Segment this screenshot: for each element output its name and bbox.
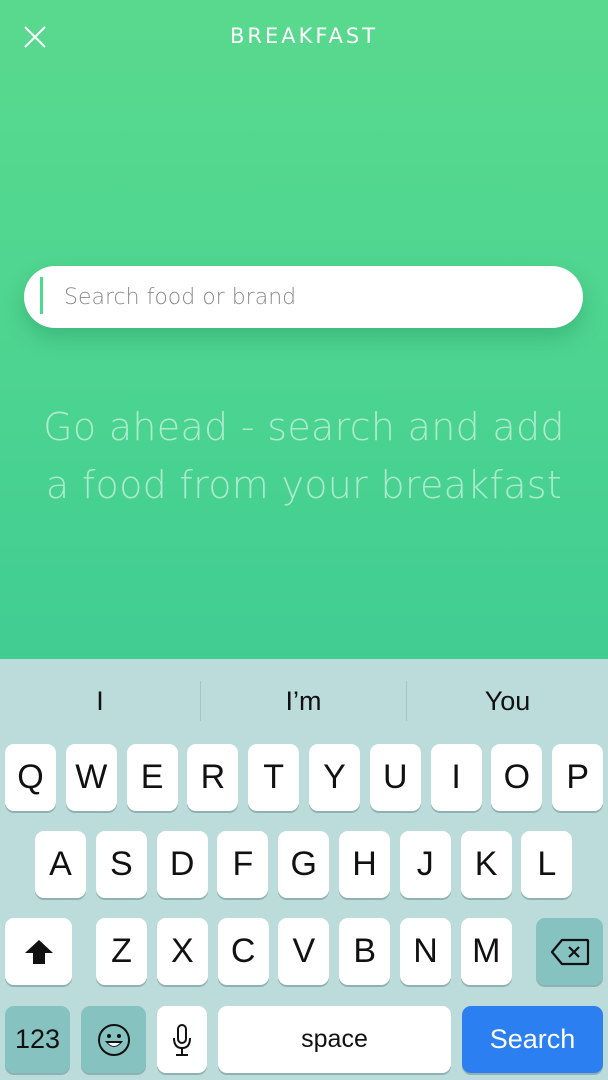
shift-key[interactable] [5,918,72,985]
key-p[interactable]: P [552,744,604,811]
microphone-icon [173,1023,191,1056]
key-y[interactable]: Y [309,744,360,811]
numbers-key[interactable]: 123 [5,1006,70,1073]
key-x[interactable]: X [156,918,208,985]
search-input[interactable] [64,266,559,328]
key-j[interactable]: J [399,831,451,898]
key-d[interactable]: D [156,831,208,898]
food-search-screen: BREAKFAST Go ahead - search and add a fo… [0,0,608,659]
key-g[interactable]: G [278,831,330,898]
key-u[interactable]: U [369,744,421,811]
space-key[interactable]: space [218,1006,451,1073]
key-r[interactable]: R [187,744,239,811]
key-f[interactable]: F [217,831,269,898]
key-c[interactable]: C [217,918,269,985]
hint-line-2: a food from your breakfast [45,463,563,507]
search-return-key[interactable]: Search [462,1006,603,1073]
key-n[interactable]: N [400,918,451,985]
emoji-key[interactable] [81,1006,146,1073]
page-title: BREAKFAST [229,24,379,48]
suggestion-item[interactable]: I’m [201,659,406,743]
key-l[interactable]: L [521,831,573,898]
shift-icon [24,939,53,964]
suggestion-item[interactable]: You [407,659,608,743]
key-i[interactable]: I [430,744,482,811]
dictation-key[interactable] [157,1006,207,1073]
key-m[interactable]: M [460,918,512,985]
key-a[interactable]: A [35,831,86,898]
predictive-text-bar: I I’m You [0,659,608,743]
key-s[interactable]: S [95,831,147,898]
key-o[interactable]: O [491,744,543,811]
key-v[interactable]: V [278,918,330,985]
key-w[interactable]: W [65,744,117,811]
on-screen-keyboard: I I’m You QWERTYUIOP ASDFGHJKL ZXCVBNM 1… [0,659,608,1080]
text-cursor [40,277,43,314]
empty-state-hint: Go ahead - search and add a food from yo… [0,398,608,514]
key-b[interactable]: B [339,918,391,985]
key-z[interactable]: Z [96,918,147,985]
suggestion-item[interactable]: I [0,659,200,743]
hint-line-1: Go ahead - search and add [43,405,565,449]
backspace-key[interactable] [536,918,603,985]
key-k[interactable]: K [460,831,512,898]
key-h[interactable]: H [339,831,390,898]
emoji-icon [97,1023,130,1056]
search-field[interactable] [24,266,583,328]
key-e[interactable]: E [126,744,178,811]
key-q[interactable]: Q [5,744,56,811]
backspace-icon [550,938,589,965]
key-t[interactable]: T [248,744,300,811]
